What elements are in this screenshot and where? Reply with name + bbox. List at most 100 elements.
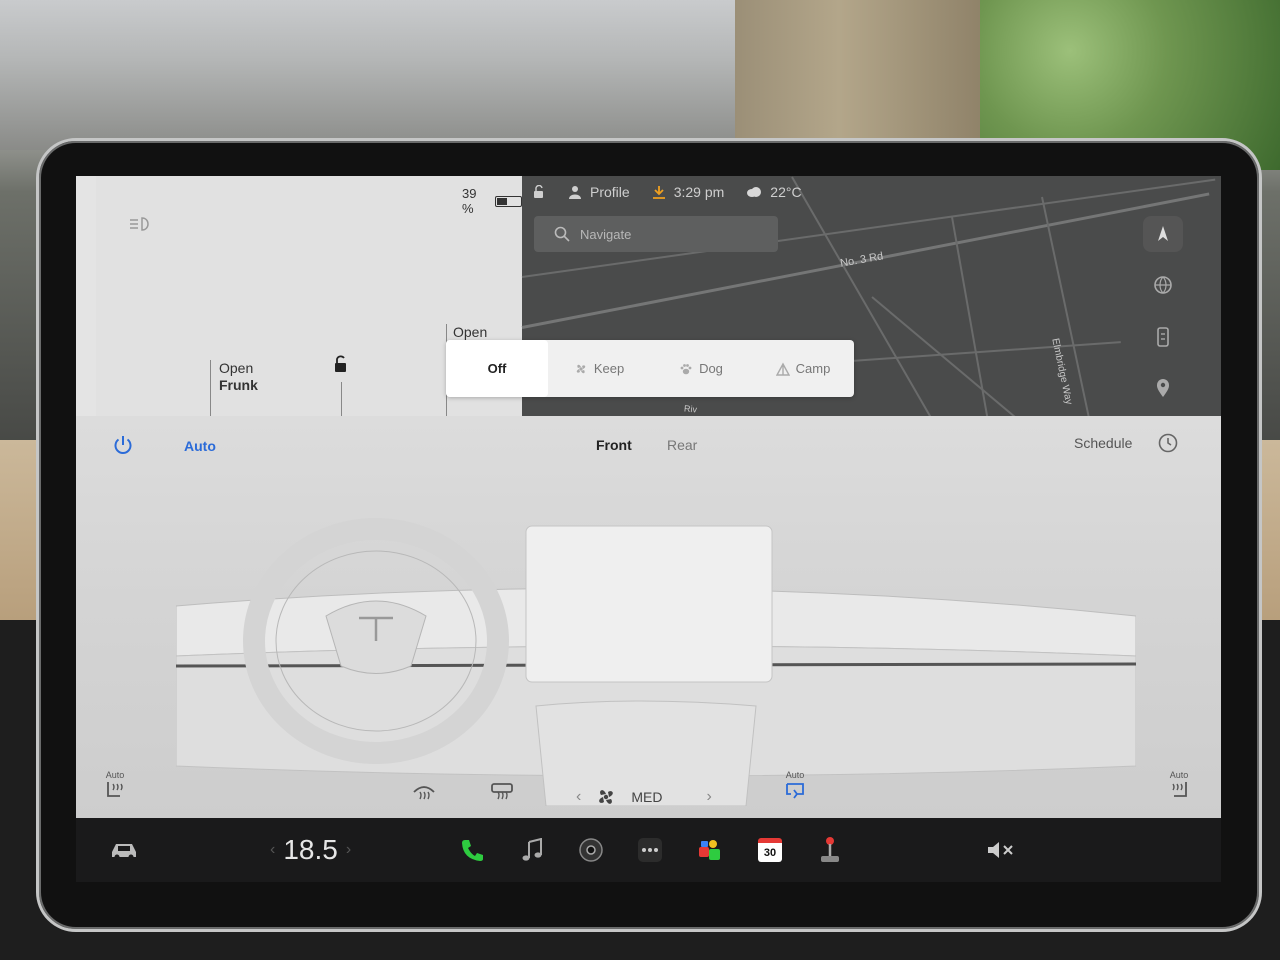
fan-speed-label: MED xyxy=(631,789,663,805)
fan-icon xyxy=(576,364,586,373)
charger-button[interactable] xyxy=(1143,319,1183,355)
seat-heater-auto-label: Auto xyxy=(105,770,125,780)
location-pin-icon xyxy=(1157,379,1169,398)
cloud-icon xyxy=(747,187,762,197)
cabin-temperature-control[interactable]: ‹ 18.5 › xyxy=(270,832,351,868)
search-placeholder: Navigate xyxy=(580,226,632,242)
tent-icon xyxy=(775,362,790,376)
map-toolbar xyxy=(1140,216,1186,406)
camera-button[interactable] xyxy=(573,832,609,868)
frunk-label-line1: Open xyxy=(219,360,254,376)
person-icon xyxy=(569,186,581,199)
fan-increase-button[interactable]: › xyxy=(706,788,711,806)
car-button[interactable] xyxy=(106,832,142,868)
touchscreen: 39 % Open Frunk Open Tr xyxy=(76,176,1221,882)
download-icon[interactable] xyxy=(652,185,666,199)
unlock-icon[interactable] xyxy=(330,354,350,374)
tab-front[interactable]: Front xyxy=(596,437,632,453)
globe-icon xyxy=(1154,276,1172,295)
compass-icon xyxy=(1158,225,1168,241)
navigate-search-input[interactable]: Navigate xyxy=(534,216,778,252)
volume-muted-icon xyxy=(988,842,1013,858)
climate-panel: Auto Front Rear Schedule Auto ‹ MED › Au… xyxy=(76,416,1221,882)
recirculate-button[interactable]: Auto xyxy=(784,770,806,800)
battery-percent: 39 % xyxy=(462,186,477,216)
temp-decrease-chevron[interactable]: ‹ xyxy=(270,841,275,859)
mode-off-label: Off xyxy=(487,361,507,376)
globe-button[interactable] xyxy=(1143,268,1183,304)
status-bar: Profile 3:29 pm 22°C xyxy=(532,184,802,200)
cabin-temperature: 18.5 xyxy=(283,834,338,865)
compass-button[interactable] xyxy=(1143,216,1183,252)
recirculate-auto-label: Auto xyxy=(785,770,805,780)
passenger-seat-heater-button[interactable]: Auto xyxy=(1168,770,1190,800)
more-icon xyxy=(638,838,662,862)
background-building xyxy=(0,0,760,150)
mode-dog[interactable]: Dog xyxy=(650,340,752,397)
mode-camp-label: Camp xyxy=(795,361,831,376)
seat-heater-auto-label: Auto xyxy=(1169,770,1189,780)
taskbar: ‹ 18.5 › 30 xyxy=(76,818,1221,882)
headlight-icon[interactable] xyxy=(128,216,152,232)
more-apps-button[interactable] xyxy=(632,832,668,868)
camera-icon xyxy=(579,838,603,862)
seat-heater-icon xyxy=(107,782,123,797)
climate-controls-row: Auto ‹ MED › Auto Auto xyxy=(76,756,1221,826)
clock-icon[interactable] xyxy=(1157,432,1179,454)
open-frunk-button[interactable]: Open Frunk xyxy=(210,360,340,416)
volume-button[interactable] xyxy=(980,832,1020,868)
power-icon[interactable] xyxy=(112,434,134,456)
mode-keep[interactable]: Keep xyxy=(548,340,650,397)
calendar-day: 30 xyxy=(763,846,777,859)
seat-heater-icon xyxy=(1172,782,1187,797)
paw-icon xyxy=(680,363,692,374)
toybox-button[interactable] xyxy=(692,832,728,868)
clock: 3:29 pm xyxy=(652,184,725,200)
car-icon xyxy=(112,844,136,860)
arcade-button[interactable] xyxy=(812,832,848,868)
calendar-button[interactable]: 30 xyxy=(752,832,788,868)
fan-speed-control: ‹ MED › xyxy=(576,786,712,808)
time-label: 3:29 pm xyxy=(673,184,725,200)
phone-button[interactable] xyxy=(454,832,490,868)
fan-decrease-button[interactable]: ‹ xyxy=(576,788,581,806)
mode-camp[interactable]: Camp xyxy=(752,340,854,397)
weather: 22°C xyxy=(746,184,802,200)
profile-button[interactable]: Profile xyxy=(568,184,630,200)
fan-icon xyxy=(599,790,614,804)
pin-button[interactable] xyxy=(1143,371,1183,407)
lock-status-icon[interactable] xyxy=(532,185,546,199)
battery-indicator: 39 % xyxy=(462,186,522,216)
front-defrost-button[interactable] xyxy=(412,782,436,802)
toybox-icon xyxy=(699,840,720,860)
music-button[interactable] xyxy=(514,832,550,868)
joystick-icon xyxy=(821,837,839,862)
mode-dog-label: Dog xyxy=(699,361,723,376)
road-label: Riv xyxy=(683,403,698,415)
calendar-icon: 30 xyxy=(758,838,782,862)
mode-off[interactable]: Off xyxy=(446,340,548,397)
battery-fill xyxy=(496,197,507,205)
climate-auto-button[interactable]: Auto xyxy=(184,438,216,454)
divider xyxy=(341,382,342,416)
tab-rear[interactable]: Rear xyxy=(667,437,697,453)
climate-mode-selector: Off Keep Dog Camp xyxy=(446,340,854,397)
temp-increase-chevron[interactable]: › xyxy=(346,841,351,859)
schedule-button[interactable]: Schedule xyxy=(1074,435,1132,451)
profile-label: Profile xyxy=(590,184,630,200)
search-icon xyxy=(554,226,570,242)
charger-icon xyxy=(1157,326,1169,347)
front-defrost-icon xyxy=(413,786,435,800)
rear-defrost-button[interactable] xyxy=(490,782,514,802)
music-note-icon xyxy=(522,838,542,861)
outside-temperature: 22°C xyxy=(770,184,802,200)
phone-icon xyxy=(462,840,483,861)
trunk-label-line1: Open xyxy=(453,324,488,340)
rear-defrost-icon xyxy=(491,783,513,800)
background-tree-trunk xyxy=(735,0,995,140)
battery-icon xyxy=(494,195,522,207)
recirculate-icon xyxy=(786,783,804,799)
mode-keep-label: Keep xyxy=(593,361,625,376)
frunk-label-line2: Frunk xyxy=(219,377,258,393)
driver-seat-heater-button[interactable]: Auto xyxy=(104,770,126,800)
